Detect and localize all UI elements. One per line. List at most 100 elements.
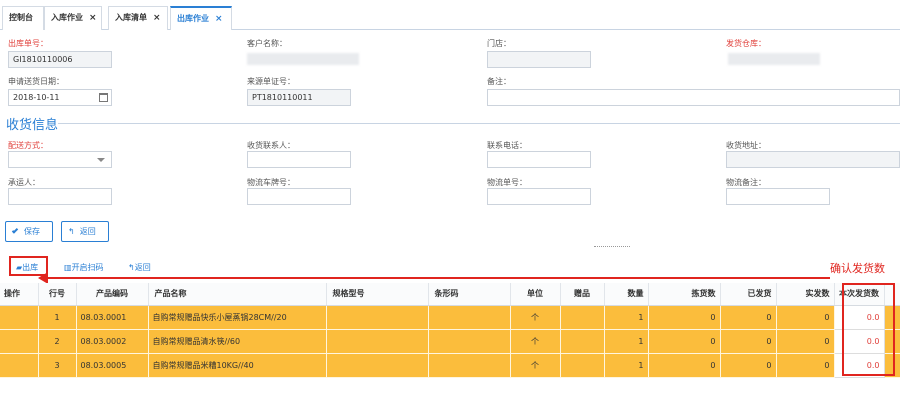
table-cell: 0 <box>720 353 777 378</box>
table-cell <box>560 329 605 354</box>
tab-label: 出库作业 <box>177 14 209 23</box>
outbound-items-table: 操作 行号 产品编码 产品名称 规格型号 条形码 单位 赠品 数量 拣货数 已发… <box>0 283 900 378</box>
tab-inbound-list[interactable]: 入库清单 × <box>108 6 168 30</box>
table-cell <box>326 353 429 378</box>
table-cell: 08.03.0005 <box>76 353 149 378</box>
barcode-icon: ▥ <box>64 263 72 272</box>
calendar-icon[interactable] <box>99 93 108 102</box>
table-cell <box>428 329 511 354</box>
table-cell: 1 <box>604 305 649 330</box>
col-header[interactable]: 条形码 <box>428 283 511 306</box>
table-cell: 08.03.0002 <box>76 329 149 354</box>
table-cell: 0 <box>776 353 835 378</box>
table-cell: 自购常规赠品快乐小屋蒸锅28CM//20 <box>148 305 327 330</box>
chevron-down-icon <box>97 158 105 162</box>
col-header[interactable]: 已发货 <box>720 283 777 306</box>
plate-field[interactable] <box>247 188 351 205</box>
table-cell: 0 <box>720 305 777 330</box>
annotation-arrow-line <box>44 277 830 279</box>
close-icon[interactable]: × <box>215 14 223 24</box>
phone-label: 联系电话： <box>487 141 527 150</box>
col-header[interactable]: 数量 <box>604 283 649 306</box>
table-cell: 自购常规赠品清水筷//60 <box>148 329 327 354</box>
logistics-remark-label: 物流备注： <box>726 178 766 187</box>
logistics-remark-field[interactable] <box>726 188 830 205</box>
back-button[interactable]: ↰ 返回 <box>61 221 109 242</box>
store-field[interactable] <box>487 51 591 68</box>
annotation-text: 确认发货数 <box>830 262 885 275</box>
col-header[interactable]: 拣货数 <box>648 283 721 306</box>
store-label: 门店： <box>487 39 511 48</box>
tab-inbound-ops[interactable]: 入库作业 × <box>44 6 102 30</box>
scan-toggle-button[interactable]: ▥开启扫码 <box>64 262 104 273</box>
col-header[interactable]: 单位 <box>510 283 561 306</box>
address-field[interactable] <box>726 151 900 168</box>
ship-qty-highlight-box <box>842 283 895 376</box>
table-cell: 0 <box>648 305 721 330</box>
delivery-method-select[interactable] <box>8 151 112 168</box>
close-icon[interactable]: × <box>89 13 97 23</box>
col-header[interactable]: 赠品 <box>560 283 605 306</box>
col-header[interactable]: 规格型号 <box>326 283 429 306</box>
table-cell <box>326 329 429 354</box>
save-label: 保存 <box>24 227 40 236</box>
logistics-no-label: 物流单号： <box>487 178 527 187</box>
save-button[interactable]: 保存 <box>5 221 53 242</box>
table-cell[interactable] <box>0 329 39 354</box>
table-cell: 0 <box>776 329 835 354</box>
undo-icon: ↰ <box>68 227 75 236</box>
address-label: 收货地址： <box>726 141 766 150</box>
table-cell <box>428 305 511 330</box>
plate-label: 物流车牌号： <box>247 178 295 187</box>
table-cell: 2 <box>38 329 77 354</box>
table-cell: 个 <box>510 353 561 378</box>
col-header: 操作 <box>0 283 39 306</box>
toolbar-back-button[interactable]: ↰返回 <box>128 262 151 273</box>
col-header[interactable]: 产品编码 <box>76 283 149 306</box>
delivery-method-label: 配送方式： <box>8 141 48 150</box>
tab-dashboard[interactable]: 控制台 <box>2 6 44 30</box>
splitter-handle[interactable] <box>594 246 630 249</box>
table-row[interactable]: 2 08.03.0002 自购常规赠品清水筷//60 个 1 0 0 0 0.0 <box>0 328 900 354</box>
table-cell: 0 <box>648 353 721 378</box>
table-cell[interactable] <box>0 353 39 378</box>
table-cell: 自购常规赠品米糟10KG//40 <box>148 353 327 378</box>
out-no-label: 出库单号： <box>8 39 48 48</box>
check-icon <box>11 227 19 234</box>
table-cell: 个 <box>510 305 561 330</box>
remark-label: 备注： <box>487 77 511 86</box>
remark-field[interactable] <box>487 89 900 106</box>
tab-label: 入库清单 <box>115 13 147 22</box>
carrier-field[interactable] <box>8 188 112 205</box>
phone-field[interactable] <box>487 151 591 168</box>
close-icon[interactable]: × <box>153 13 161 23</box>
apply-date-field[interactable]: 2018-10-11 <box>8 89 112 106</box>
tab-outbound-ops[interactable]: 出库作业 × <box>170 6 232 30</box>
col-header[interactable]: 产品名称 <box>148 283 327 306</box>
toolbar-back-label: 返回 <box>134 263 151 272</box>
table-cell: 0 <box>720 329 777 354</box>
table-cell[interactable] <box>0 305 39 330</box>
col-header[interactable]: 实发数 <box>776 283 835 306</box>
section-divider <box>58 123 900 124</box>
table-cell <box>326 305 429 330</box>
table-row[interactable]: 3 08.03.0005 自购常规赠品米糟10KG//40 个 1 0 0 0 … <box>0 352 900 378</box>
table-cell: 0 <box>776 305 835 330</box>
table-cell: 1 <box>604 329 649 354</box>
back-label: 返回 <box>79 227 96 236</box>
contact-label: 收货联系人： <box>247 141 295 150</box>
table-cell <box>560 353 605 378</box>
table-header-row: 操作 行号 产品编码 产品名称 规格型号 条形码 单位 赠品 数量 拣货数 已发… <box>0 283 900 306</box>
table-cell: 1 <box>604 353 649 378</box>
table-row[interactable]: 1 08.03.0001 自购常规赠品快乐小屋蒸锅28CM//20 个 1 0 … <box>0 304 900 330</box>
contact-field[interactable] <box>247 151 351 168</box>
receipt-section-title: 收货信息 <box>6 118 59 133</box>
table-cell <box>560 305 605 330</box>
table-cell: 08.03.0001 <box>76 305 149 330</box>
logistics-no-field[interactable] <box>487 188 591 205</box>
apply-date-label: 申请送货日期： <box>8 77 64 86</box>
customer-value-redacted <box>247 53 359 65</box>
out-no-field[interactable]: GI1810110006 <box>8 51 112 68</box>
carrier-label: 承运人： <box>8 178 40 187</box>
source-no-field[interactable]: PT1810110011 <box>247 89 351 106</box>
